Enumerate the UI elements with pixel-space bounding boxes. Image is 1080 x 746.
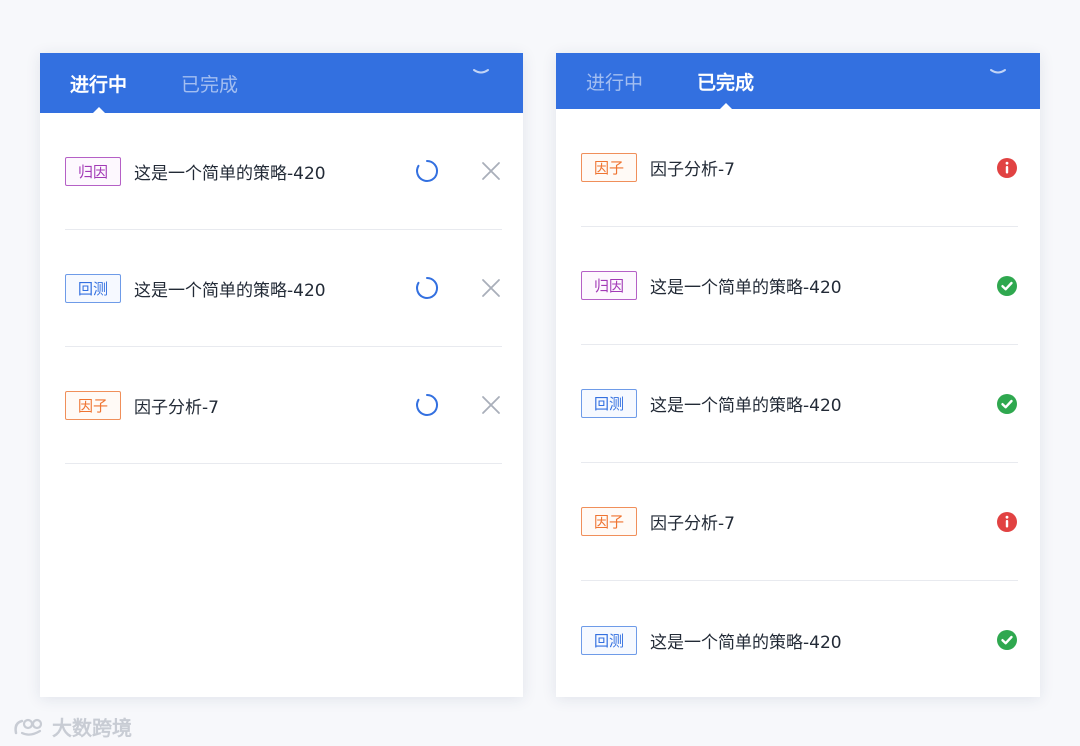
completed-panel: 进行中 已完成 因子 因子分析-7 归因 这是一个简单的策略-420 回测 这是…: [556, 53, 1040, 697]
tab-in-progress[interactable]: 进行中: [70, 53, 127, 113]
list-item: 因子 因子分析-7: [581, 109, 1018, 227]
list-item: 归因 这是一个简单的策略-420: [65, 113, 502, 230]
type-tag: 归因: [581, 271, 637, 300]
loading-icon: [416, 159, 439, 182]
success-icon: [997, 630, 1017, 650]
tab-completed[interactable]: 已完成: [697, 53, 754, 109]
chevron-down-icon[interactable]: [988, 65, 1008, 79]
error-icon: [997, 511, 1017, 532]
list-item: 归因 这是一个简单的策略-420: [581, 227, 1018, 345]
task-name: 因子分析-7: [650, 514, 735, 534]
close-icon[interactable]: [480, 277, 502, 299]
tab-in-progress[interactable]: 进行中: [586, 53, 643, 109]
task-name: 这是一个简单的策略-420: [134, 280, 326, 301]
close-icon[interactable]: [480, 160, 502, 182]
task-name: 这是一个简单的策略-420: [134, 163, 326, 184]
type-tag: 回测: [65, 273, 121, 303]
task-name: 这是一个简单的策略-420: [650, 278, 842, 298]
loading-icon: [416, 276, 439, 299]
list-item: 回测 这是一个简单的策略-420: [65, 230, 502, 347]
list-item: 回测 这是一个简单的策略-420: [581, 345, 1018, 463]
type-tag: 因子: [581, 507, 637, 536]
success-icon: [997, 275, 1017, 296]
panel-header: 进行中 已完成: [40, 53, 523, 113]
close-icon[interactable]: [480, 394, 502, 416]
type-tag: 回测: [581, 389, 637, 418]
type-tag: 归因: [65, 156, 121, 186]
list-item: 因子 因子分析-7: [65, 347, 502, 464]
type-tag: 因子: [65, 390, 121, 420]
type-tag: 回测: [581, 625, 637, 655]
task-name: 因子分析-7: [650, 160, 735, 180]
task-name: 这是一个简单的策略-420: [650, 632, 842, 653]
in-progress-panel: 进行中 已完成 归因 这是一个简单的策略-420 回测 这是一个简单的策略-42…: [40, 53, 523, 697]
task-name: 因子分析-7: [134, 397, 219, 418]
loading-icon: [416, 393, 439, 416]
watermark: 大数跨境: [12, 712, 132, 741]
watermark-text: 大数跨境: [52, 716, 132, 740]
success-icon: [997, 393, 1017, 414]
list-item: 回测 这是一个简单的策略-420: [581, 581, 1018, 699]
task-name: 这是一个简单的策略-420: [650, 396, 842, 416]
type-tag: 因子: [581, 153, 637, 182]
list-item: 因子 因子分析-7: [581, 463, 1018, 581]
watermark-logo-icon: [14, 718, 43, 736]
tab-completed[interactable]: 已完成: [181, 53, 238, 113]
panel-header: 进行中 已完成: [556, 53, 1040, 109]
task-list: 归因 这是一个简单的策略-420 回测 这是一个简单的策略-420 因子 因子分…: [40, 113, 523, 464]
chevron-down-icon[interactable]: [471, 65, 491, 79]
task-list: 因子 因子分析-7 归因 这是一个简单的策略-420 回测 这是一个简单的策略-…: [556, 109, 1040, 699]
error-icon: [997, 157, 1017, 178]
